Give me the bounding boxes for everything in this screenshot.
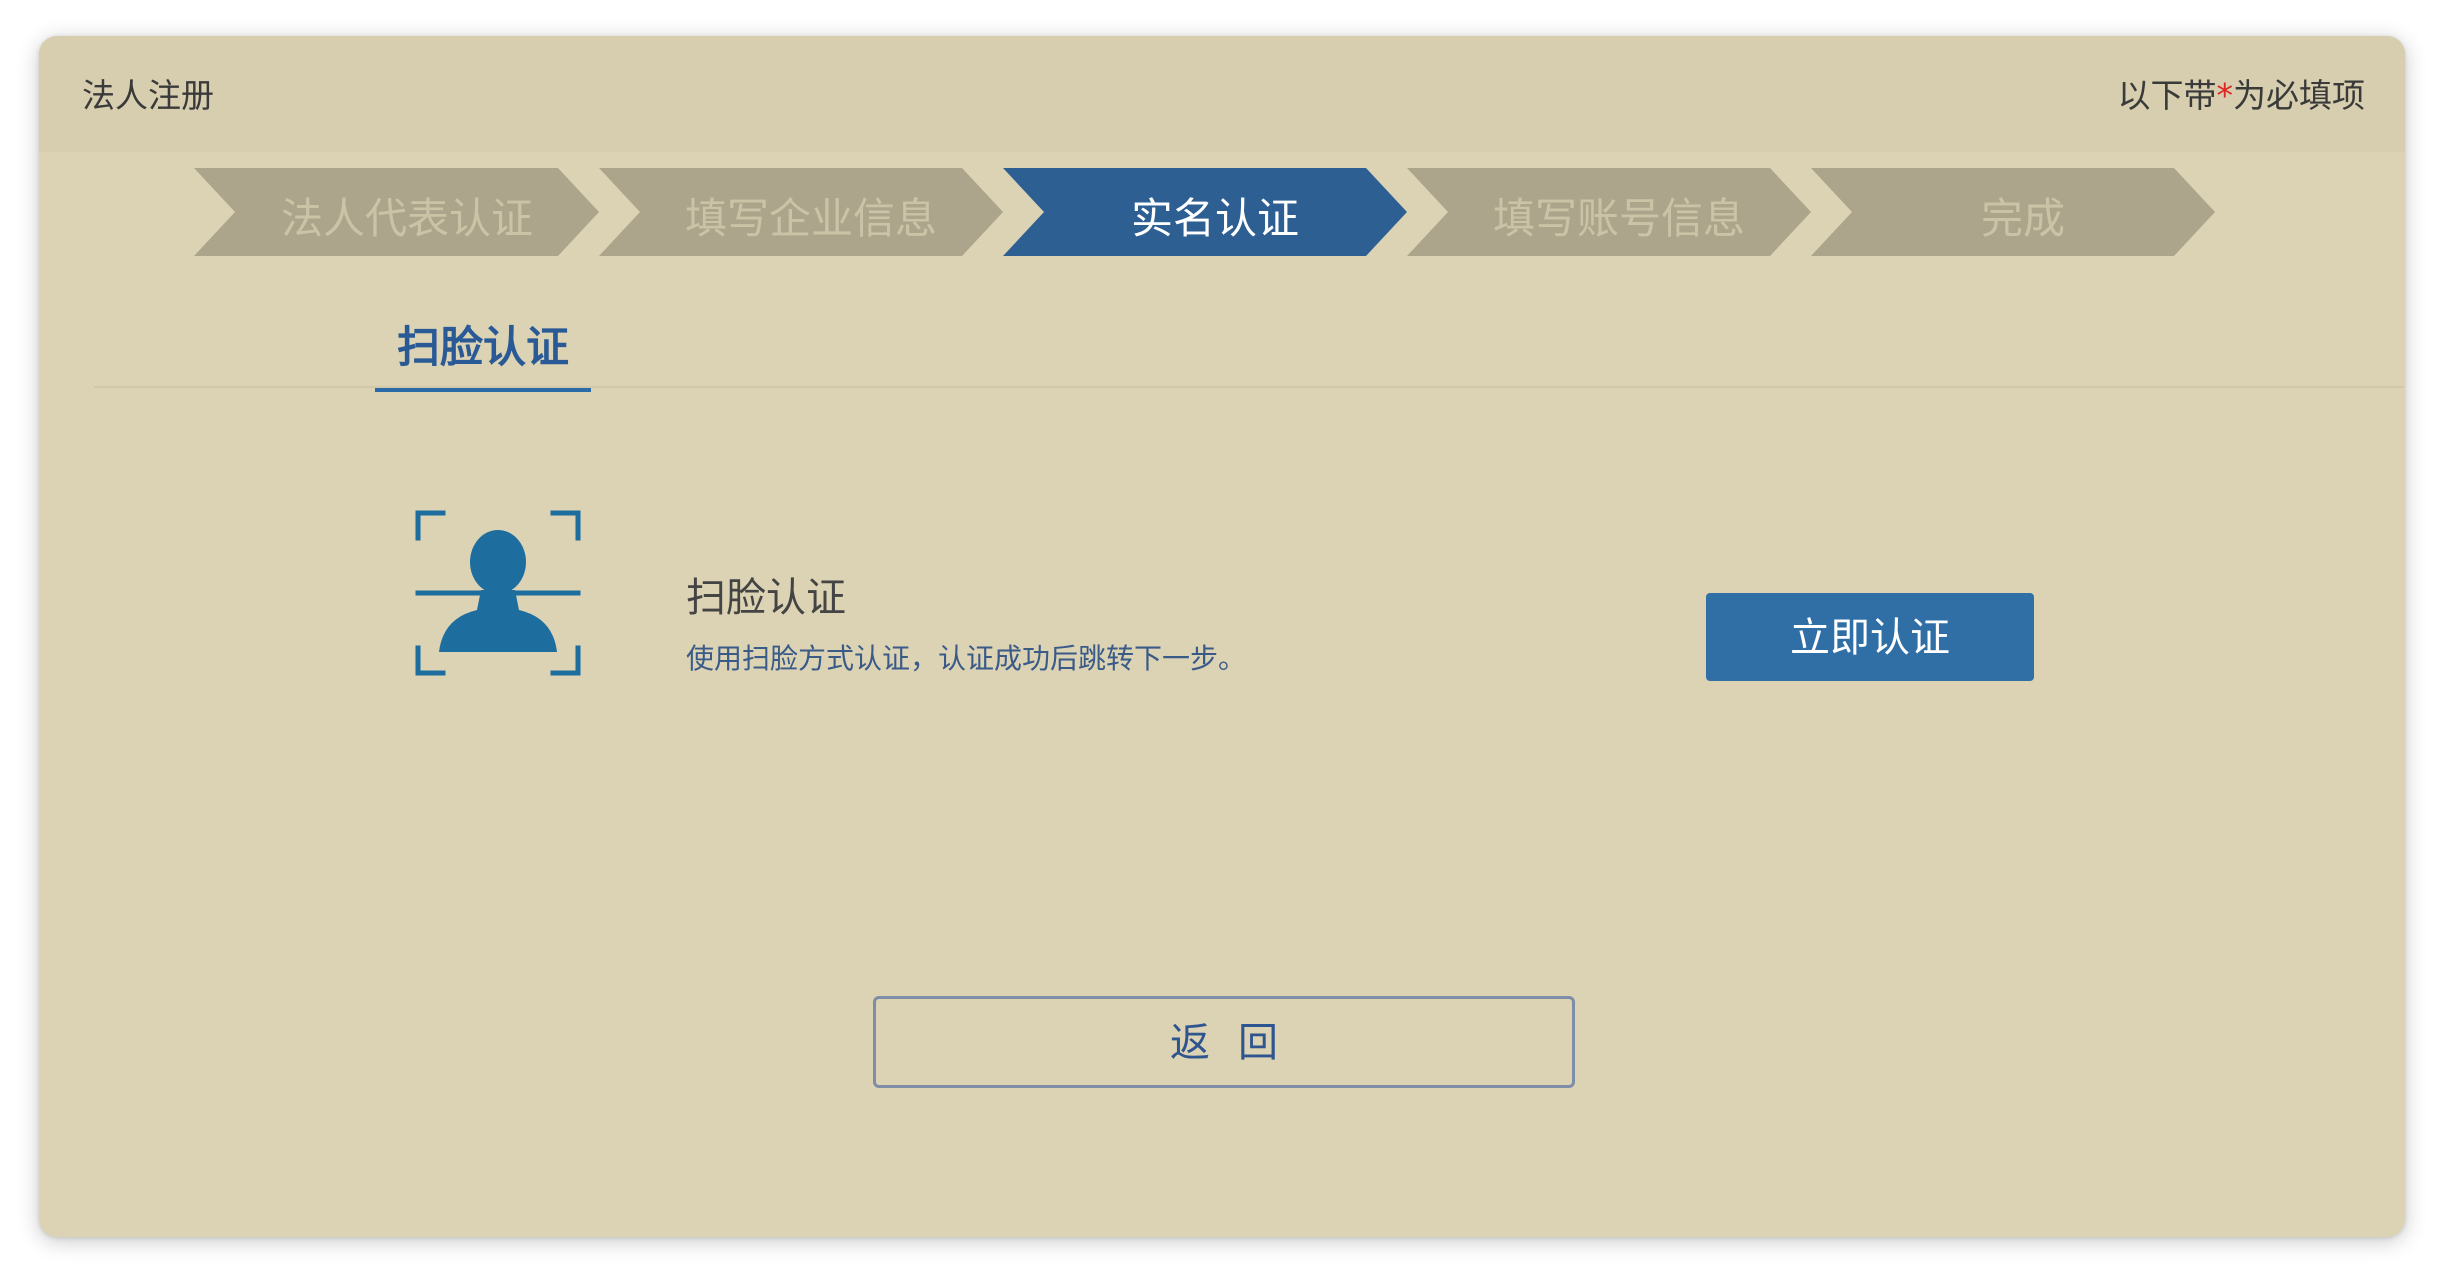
required-note-prefix: 以下带 <box>2117 76 2217 115</box>
step-account-info: 填写账号信息 <box>1492 194 1745 243</box>
verify-now-button[interactable]: 立即认证 <box>1706 593 2034 681</box>
page-title: 法人注册 <box>82 76 214 115</box>
required-fields-note: 以下带*为必填项 <box>2118 76 2366 116</box>
face-scan-icon <box>415 510 581 676</box>
tab-face-scan[interactable]: 扫脸认证 <box>375 308 591 392</box>
step-legal-rep-verification: 法人代表认证 <box>280 194 533 243</box>
registration-card: 法人注册 以下带*为必填项 法人代表认证 填写企业信息 实名认证 填写账号信息 … <box>39 36 2405 1237</box>
step-real-name-verification: 实名认证 <box>1130 194 1299 243</box>
required-note-suffix: 为必填项 <box>2233 76 2365 115</box>
back-button[interactable]: 返回 <box>873 996 1575 1088</box>
step-company-info: 填写企业信息 <box>684 194 937 243</box>
card-header: 法人注册 以下带*为必填项 <box>39 36 2405 152</box>
tab-divider <box>94 386 2404 388</box>
step-complete: 完成 <box>1980 194 2065 243</box>
required-asterisk: * <box>2216 76 2234 115</box>
scan-title: 扫脸认证 <box>686 575 846 621</box>
scan-description: 使用扫脸方式认证，认证成功后跳转下一步。 <box>686 642 1247 675</box>
